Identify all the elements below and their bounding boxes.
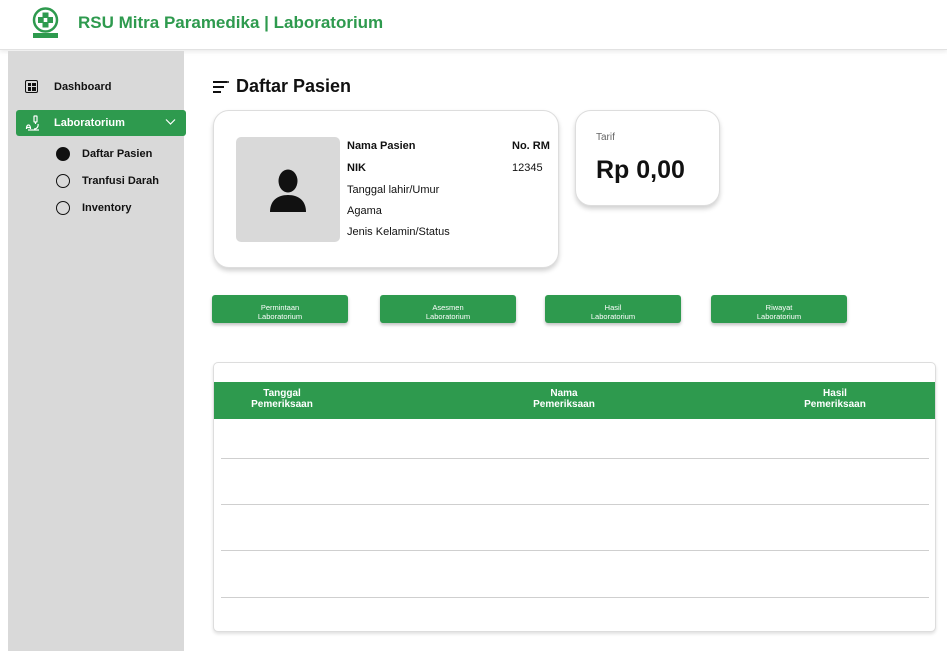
sidebar-item-laboratorium[interactable]: Laboratorium [16, 110, 186, 136]
column-header-nama: Nama Pemeriksaan [514, 388, 614, 410]
button-label-line1: Permintaan [260, 302, 300, 312]
button-label-line2: Laboratorium [425, 311, 471, 321]
table-row-divider [221, 458, 929, 459]
riwayat-laboratorium-button[interactable]: Riwayat Laboratorium [711, 295, 847, 323]
button-label-line1: Asesmen [432, 302, 464, 312]
button-label-line2: Laboratorium [590, 311, 636, 321]
button-label-line2: Laboratorium [257, 311, 303, 321]
hospital-logo-icon [32, 7, 59, 38]
sidebar-item-label: Laboratorium [54, 117, 125, 129]
top-bar: RSU Mitra Paramedika | Laboratorium [0, 0, 947, 50]
chevron-down-icon[interactable] [165, 116, 176, 127]
patient-name-label: Nama Pasien [347, 140, 416, 152]
button-label-line2: Laboratorium [756, 311, 802, 321]
header-line1: Tanggal [263, 388, 301, 399]
user-silhouette-icon [270, 169, 306, 212]
dashboard-grid-icon [25, 80, 38, 93]
table-header: Tanggal Pemeriksaan Nama Pemeriksaan Has… [214, 382, 935, 419]
asesmen-laboratorium-button[interactable]: Asesmen Laboratorium [380, 295, 516, 323]
radio-empty-icon [56, 174, 70, 188]
tarif-card: Tarif Rp 0,00 [575, 110, 720, 206]
page-title: Daftar Pasien [213, 76, 351, 97]
table-row-divider [221, 550, 929, 551]
header-line1: Nama [550, 388, 578, 399]
radio-selected-icon [56, 147, 70, 161]
header-line1: Hasil [823, 388, 847, 399]
header-line2: Pemeriksaan [533, 399, 595, 410]
patient-religion-label: Agama [347, 205, 382, 217]
sidebar-subitem-inventory[interactable]: Inventory [56, 201, 132, 215]
sidebar-subitem-tranfusi-darah[interactable]: Tranfusi Darah [56, 174, 159, 188]
permintaan-laboratorium-button[interactable]: Permintaan Laboratorium [212, 295, 348, 323]
patient-nik-label: NIK [347, 162, 366, 174]
app-title: RSU Mitra Paramedika | Laboratorium [78, 13, 384, 32]
sidebar-subitem-label: Tranfusi Darah [82, 175, 160, 187]
patient-photo [236, 137, 340, 242]
table-row-divider [221, 597, 929, 598]
sidebar-item-dashboard[interactable]: Dashboard [25, 80, 111, 93]
medical-record-label: No. RM [512, 140, 550, 152]
radio-empty-icon [56, 201, 70, 215]
patient-gender-label: Jenis Kelamin/Status [347, 226, 450, 238]
results-table: Tanggal Pemeriksaan Nama Pemeriksaan Has… [213, 362, 936, 632]
column-header-tanggal: Tanggal Pemeriksaan [232, 388, 332, 410]
list-lines-icon [213, 80, 229, 93]
page-title-text: Daftar Pasien [236, 76, 352, 96]
patient-card: Nama Pasien NIK Tanggal lahir/Umur Agama… [213, 110, 559, 268]
button-label-line1: Riwayat [765, 302, 793, 312]
column-header-hasil: Hasil Pemeriksaan [785, 388, 885, 410]
hasil-laboratorium-button[interactable]: Hasil Laboratorium [545, 295, 681, 323]
header-line2: Pemeriksaan [804, 399, 866, 410]
button-label-line1: Hasil [604, 302, 622, 312]
microscope-icon [25, 115, 39, 131]
table-row-divider [221, 504, 929, 505]
sidebar-subitem-label: Inventory [82, 202, 132, 214]
tarif-value: Rp 0,00 [596, 156, 685, 184]
sidebar: Dashboard Laboratorium Daftar Pasien Tra… [8, 51, 186, 651]
sidebar-item-label: Dashboard [54, 80, 112, 93]
patient-dob-label: Tanggal lahir/Umur [347, 184, 440, 196]
medical-record-value: 12345 [512, 162, 543, 174]
header-line2: Pemeriksaan [251, 399, 313, 410]
sidebar-subitem-daftar-pasien[interactable]: Daftar Pasien [56, 147, 152, 161]
tarif-label: Tarif [596, 132, 615, 143]
sidebar-subitem-label: Daftar Pasien [82, 148, 153, 160]
